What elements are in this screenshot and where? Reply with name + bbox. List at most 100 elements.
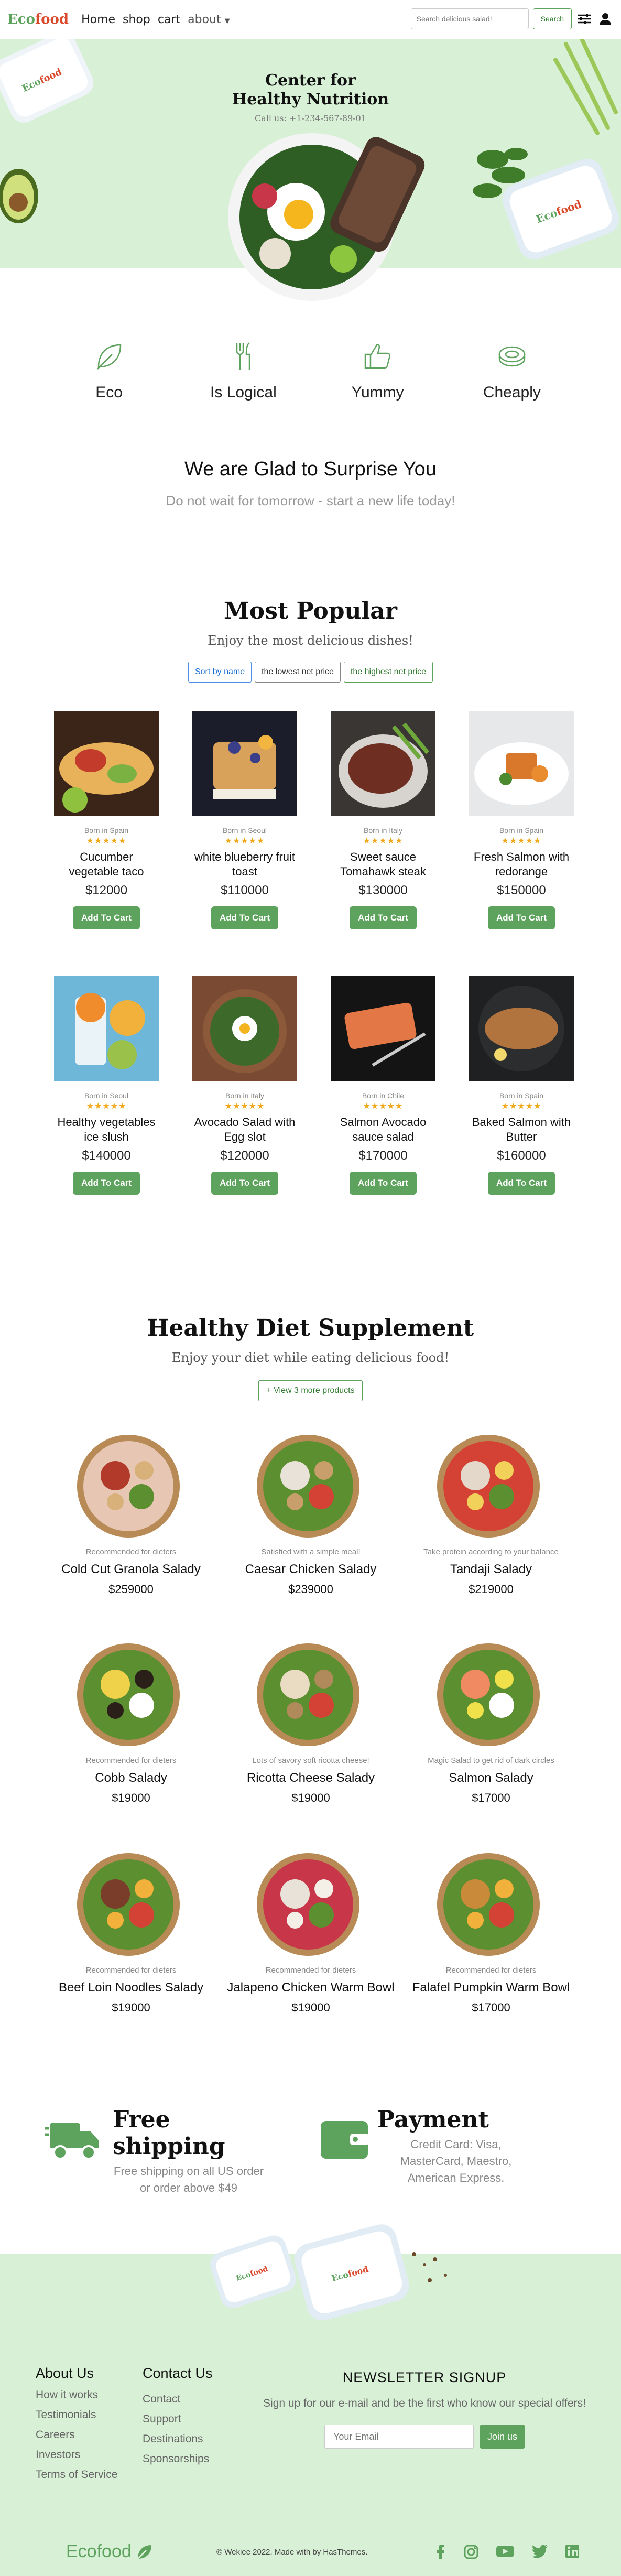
diet-subtitle: Enjoy your diet while eating delicious f…	[171, 1350, 450, 1365]
sort-lowest-price-button[interactable]: the lowest net price	[255, 662, 341, 683]
footer-link[interactable]: Investors	[36, 2449, 117, 2461]
salad-card[interactable]: Recommended for dieters Cobb Salady $19000	[42, 1640, 220, 1805]
salad-price: $17000	[472, 2001, 510, 2014]
product-image[interactable]	[192, 976, 297, 1081]
salad-card[interactable]: Magic Salad to get rid of dark circles Sa…	[402, 1640, 580, 1805]
salad-bowl-image[interactable]	[73, 1431, 189, 1541]
feature-eco: Eco	[57, 341, 161, 402]
salad-price: $259000	[108, 1583, 154, 1596]
thumbs-up-icon	[364, 344, 390, 369]
linkedin-icon[interactable]	[565, 2545, 579, 2558]
salad-bowl-image[interactable]	[73, 1640, 189, 1750]
footer-link[interactable]: How it works	[36, 2389, 117, 2401]
salad-bowl-image[interactable]	[433, 1431, 549, 1541]
footer-link[interactable]: Destinations	[143, 2433, 213, 2445]
salad-bowl-image[interactable]	[253, 1431, 368, 1541]
product-card[interactable]: Born in Spain ★★★★★ Baked Salmon with Bu…	[469, 976, 574, 1195]
nav-about-dropdown[interactable]: about ▼	[188, 13, 230, 26]
salad-name[interactable]: Falafel Pumpkin Warm Bowl	[402, 1980, 580, 1996]
salad-card[interactable]: Satisfied with a simple meal! Caesar Chic…	[222, 1431, 400, 1596]
salad-tagline: Satisfied with a simple meal!	[261, 1547, 361, 1556]
footer-link[interactable]: Support	[143, 2413, 213, 2426]
salad-name[interactable]: Ricotta Cheese Salady	[222, 1770, 400, 1786]
product-image[interactable]	[192, 711, 297, 816]
nav-home-link[interactable]: Home	[81, 13, 115, 26]
user-icon[interactable]	[597, 10, 614, 27]
twitter-icon[interactable]	[532, 2545, 548, 2558]
product-image[interactable]	[331, 976, 435, 1081]
footer-link[interactable]: Terms of Service	[36, 2469, 117, 2481]
add-to-cart-button[interactable]: Add To Cart	[72, 906, 140, 929]
product-card[interactable]: Born in Seoul ★★★★★ Healthy vegetables i…	[54, 976, 159, 1195]
product-card[interactable]: Born in Italy ★★★★★ Avocado Salad with E…	[192, 976, 297, 1195]
salad-name[interactable]: Tandaji Salady	[402, 1562, 580, 1577]
footer-logo[interactable]: Ecofood	[66, 2541, 154, 2562]
copyright: © Wekiee 2022. Made with by HasThemes.	[216, 2548, 368, 2557]
product-image[interactable]	[469, 976, 574, 1081]
add-to-cart-button[interactable]: Add To Cart	[487, 1172, 555, 1195]
join-button[interactable]: Join us	[480, 2425, 525, 2449]
facebook-icon[interactable]	[434, 2545, 446, 2559]
add-to-cart-button[interactable]: Add To Cart	[211, 1172, 278, 1195]
product-card[interactable]: Born in Italy ★★★★★ Sweet sauce Tomahawk…	[331, 711, 435, 929]
search-input[interactable]	[410, 8, 529, 29]
product-card[interactable]: Born in Spain ★★★★★ Cucumber vegetable t…	[54, 711, 159, 929]
salad-card[interactable]: Recommended for dieters Falafel Pumpkin W…	[402, 1849, 580, 2015]
settings-sliders-icon[interactable]	[576, 10, 593, 27]
product-card[interactable]: Born in Spain ★★★★★ Fresh Salmon with re…	[469, 711, 574, 929]
salad-card[interactable]: Take protein according to your balance Ta…	[402, 1431, 580, 1596]
food-containers-image: Ecofood Ecofood	[204, 2224, 487, 2322]
salad-name[interactable]: Caesar Chicken Salady	[222, 1562, 400, 1577]
salad-name[interactable]: Cold Cut Granola Salady	[42, 1562, 220, 1577]
add-to-cart-button[interactable]: Add To Cart	[349, 906, 417, 929]
salad-bowl-image[interactable]	[253, 1849, 368, 1960]
product-card[interactable]: Born in Seoul ★★★★★ white blueberry frui…	[192, 711, 297, 929]
salad-card[interactable]: Lots of savory soft ricotta cheese! Ricot…	[222, 1640, 400, 1805]
rating-stars: ★★★★★	[86, 1101, 127, 1111]
product-image[interactable]	[54, 711, 159, 816]
email-input[interactable]	[324, 2425, 474, 2449]
nav-shop-link[interactable]: shop	[123, 13, 150, 26]
salad-card[interactable]: Recommended for dieters Jalapeno Chicken …	[222, 1849, 400, 2015]
salad-name[interactable]: Cobb Salady	[42, 1770, 220, 1786]
salad-bowl-image[interactable]	[433, 1640, 549, 1750]
salad-bowl-image[interactable]	[73, 1849, 189, 1960]
rating-stars: ★★★★★	[501, 836, 542, 846]
sort-highest-price-button[interactable]: the highest net price	[343, 662, 433, 683]
salad-tagline: Recommended for dieters	[85, 1756, 177, 1765]
view-more-button[interactable]: + View 3 more products	[258, 1380, 363, 1401]
intro-subtitle: Do not wait for tomorrow - start a new l…	[166, 493, 455, 508]
popular-subtitle: Enjoy the most delicious dishes!	[208, 633, 413, 648]
add-to-cart-button[interactable]: Add To Cart	[487, 906, 555, 929]
sort-by-name-button[interactable]: Sort by name	[188, 662, 252, 683]
product-image[interactable]	[54, 976, 159, 1081]
salad-card[interactable]: Recommended for dieters Beef Loin Noodles…	[42, 1849, 220, 2015]
instagram-icon[interactable]	[464, 2545, 478, 2559]
add-to-cart-button[interactable]: Add To Cart	[72, 1172, 140, 1195]
hero-title-line2: Healthy Nutrition	[232, 90, 389, 109]
payment-desc: Credit Card: Visa, MasterCard, Maestro, …	[400, 2138, 512, 2184]
product-image[interactable]	[469, 711, 574, 816]
salad-name[interactable]: Salmon Salady	[402, 1770, 580, 1786]
salad-bowl-image[interactable]	[253, 1640, 368, 1750]
product-image[interactable]	[331, 711, 435, 816]
add-to-cart-button[interactable]: Add To Cart	[211, 906, 278, 929]
logo[interactable]: Eco food	[7, 12, 69, 27]
nav-cart-link[interactable]: cart	[158, 13, 180, 26]
search-button[interactable]: Search	[532, 8, 572, 29]
salad-price: $219000	[469, 1583, 514, 1596]
add-to-cart-button[interactable]: Add To Cart	[349, 1172, 417, 1195]
footer-link[interactable]: Sponsorships	[143, 2453, 213, 2465]
product-card[interactable]: Born in Chile ★★★★★ Salmon Avocado sauce…	[331, 976, 435, 1195]
salad-name[interactable]: Jalapeno Chicken Warm Bowl	[222, 1980, 400, 1996]
footer-link[interactable]: Testimonials	[36, 2409, 117, 2421]
salad-bowl-image[interactable]	[433, 1849, 549, 1960]
footer-link[interactable]: Contact	[143, 2393, 213, 2406]
salad-card[interactable]: Recommended for dieters Cold Cut Granola …	[42, 1431, 220, 1596]
rating-stars: ★★★★★	[501, 1101, 542, 1111]
youtube-icon[interactable]	[496, 2545, 514, 2558]
footer-link[interactable]: Careers	[36, 2429, 117, 2441]
salad-name[interactable]: Beef Loin Noodles Salady	[42, 1980, 220, 1996]
hero-phone: Call us: +1-234-567-89-01	[254, 113, 367, 123]
footer: Ecofood Ecofood About Us How it works Te…	[0, 2224, 621, 2576]
